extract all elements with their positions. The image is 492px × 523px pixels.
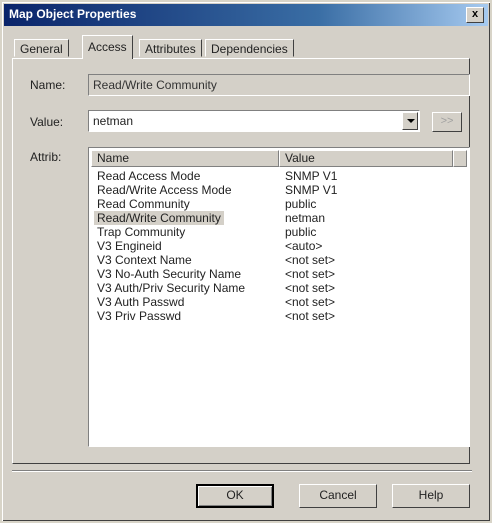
column-header-filler	[453, 150, 467, 167]
cancel-button[interactable]: Cancel	[299, 484, 377, 508]
attrib-list-header: Name Value	[91, 150, 467, 167]
table-row[interactable]: V3 No-Auth Security Name <not set>	[97, 267, 457, 281]
row-value: public	[285, 197, 317, 211]
row-value: <not set>	[285, 309, 336, 323]
tab-access-label: Access	[88, 40, 127, 54]
row-name: V3 No-Auth Security Name	[97, 267, 242, 281]
value-label: Value:	[30, 115, 64, 129]
value-combobox[interactable]: netman	[88, 110, 420, 132]
tab-attributes[interactable]: Attributes	[139, 39, 202, 57]
row-name: Read/Write Community	[94, 211, 224, 225]
table-row[interactable]: V3 Auth/Priv Security Name <not set>	[97, 281, 457, 295]
attrib-list[interactable]: Name Value Read Access Mode SNMP V1 Read…	[88, 147, 470, 447]
row-value: SNMP V1	[285, 169, 338, 183]
table-row[interactable]: V3 Engineid <auto>	[97, 239, 457, 253]
row-value: <not set>	[285, 281, 336, 295]
row-name: V3 Auth Passwd	[97, 295, 185, 309]
window-title: Map Object Properties	[9, 7, 137, 21]
tab-attributes-label: Attributes	[145, 42, 196, 56]
table-row-selected[interactable]: Read/Write Community netman	[94, 211, 457, 225]
table-row[interactable]: V3 Auth Passwd <not set>	[97, 295, 457, 309]
table-row[interactable]: Read Access Mode SNMP V1	[97, 169, 457, 183]
tab-dependencies[interactable]: Dependencies	[205, 39, 294, 57]
table-row[interactable]: V3 Context Name <not set>	[97, 253, 457, 267]
row-value: <auto>	[285, 239, 323, 253]
name-field: Read/Write Community	[88, 74, 470, 96]
tab-dependencies-label: Dependencies	[211, 42, 288, 56]
column-header-value[interactable]: Value	[279, 150, 453, 167]
help-button[interactable]: Help	[392, 484, 470, 508]
row-name: Trap Community	[97, 225, 186, 239]
row-value: public	[285, 225, 317, 239]
table-row[interactable]: V3 Priv Passwd <not set>	[97, 309, 457, 323]
row-name: Read/Write Access Mode	[97, 183, 232, 197]
column-header-name[interactable]: Name	[91, 150, 279, 167]
name-label: Name:	[30, 78, 66, 92]
close-button[interactable]: x	[466, 7, 484, 23]
tab-access[interactable]: Access	[82, 35, 133, 59]
more-button[interactable]: >>	[432, 112, 462, 132]
row-value: SNMP V1	[285, 183, 338, 197]
dropdown-arrow-button[interactable]	[402, 112, 418, 130]
close-icon: x	[471, 8, 479, 20]
row-value: <not set>	[285, 253, 336, 267]
table-row[interactable]: Trap Community public	[97, 225, 457, 239]
table-row[interactable]: Read Community public	[97, 197, 457, 211]
row-name: Read Access Mode	[97, 169, 201, 183]
row-value: netman	[285, 211, 326, 225]
table-row[interactable]: Read/Write Access Mode SNMP V1	[97, 183, 457, 197]
row-name: Read Community	[97, 197, 190, 211]
value-input[interactable]: netman	[93, 114, 133, 128]
row-name: V3 Engineid	[97, 239, 162, 253]
row-name: V3 Auth/Priv Security Name	[97, 281, 246, 295]
tab-general[interactable]: General	[14, 39, 69, 57]
row-name: V3 Context Name	[97, 253, 192, 267]
ok-button[interactable]: OK	[196, 484, 274, 508]
row-name: V3 Priv Passwd	[97, 309, 182, 323]
row-value: <not set>	[285, 267, 336, 281]
row-value: <not set>	[285, 295, 336, 309]
attrib-label: Attrib:	[30, 150, 62, 164]
tab-general-label: General	[20, 42, 63, 56]
title-bar[interactable]: Map Object Properties x	[4, 4, 488, 26]
button-separator	[12, 470, 472, 472]
